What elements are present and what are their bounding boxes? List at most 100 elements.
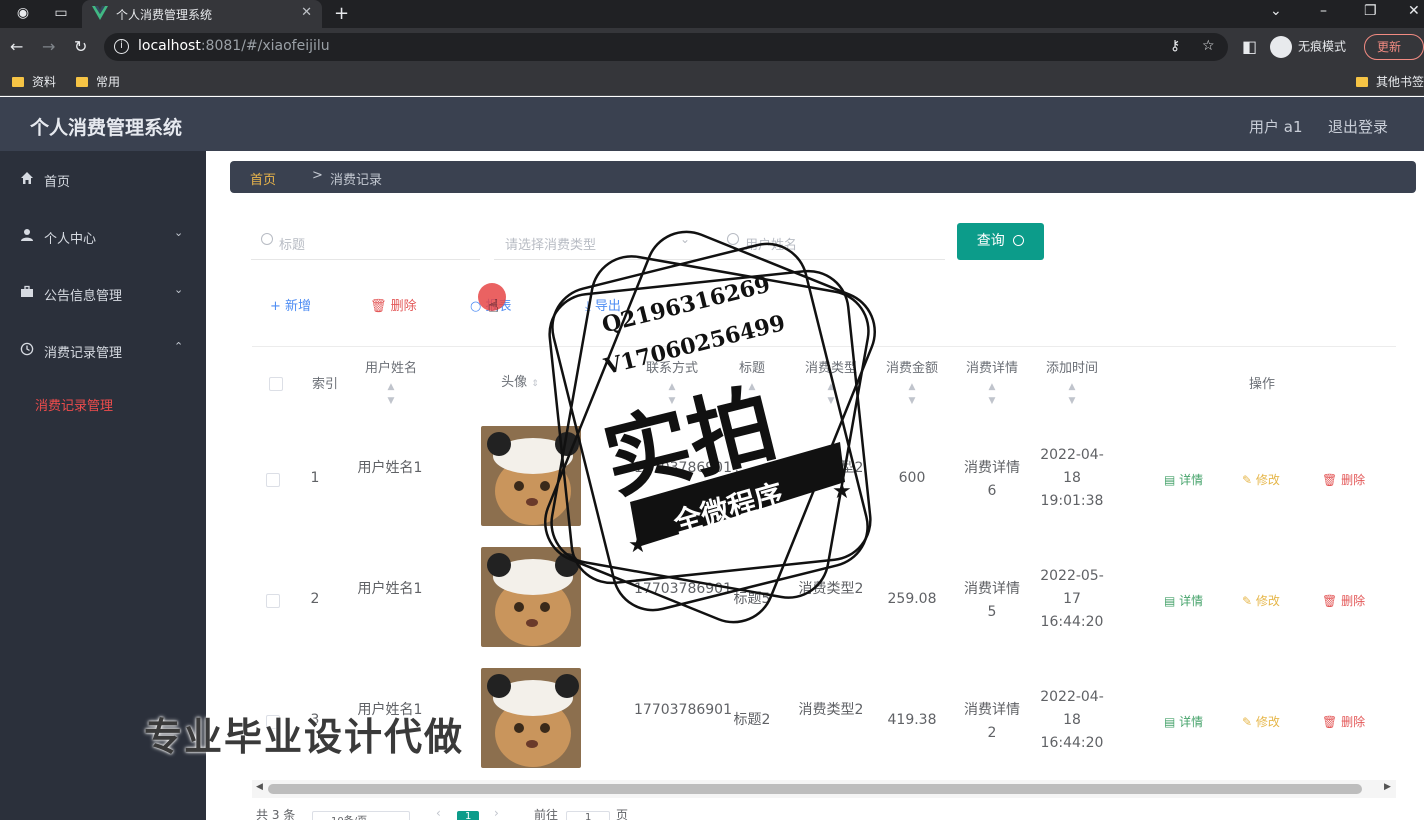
incognito-icon bbox=[1270, 36, 1292, 58]
maximize-icon[interactable]: ❐ bbox=[1364, 3, 1377, 19]
cell-detail: 消费详情6 bbox=[964, 460, 1020, 499]
briefcase-icon bbox=[21, 285, 33, 297]
chevron-down-icon: ⌄ bbox=[174, 283, 184, 296]
current-user[interactable]: 用户 a1 bbox=[1249, 116, 1303, 137]
page-1-button[interactable]: 1 bbox=[457, 811, 479, 820]
key-icon[interactable]: ⚷ bbox=[1170, 38, 1180, 54]
title-search-input[interactable]: 标题 bbox=[251, 222, 480, 260]
edit-button[interactable]: ✎ 修改 bbox=[1242, 592, 1280, 609]
scrollbar-thumb[interactable] bbox=[268, 784, 1362, 794]
clock-icon bbox=[20, 342, 34, 356]
tab-search-icon[interactable]: ⌄ bbox=[1270, 3, 1282, 19]
back-icon[interactable]: ← bbox=[10, 37, 23, 56]
breadcrumb-current: 消费记录 bbox=[330, 173, 383, 188]
page-size-select[interactable]: 10条/页 bbox=[312, 811, 410, 820]
detail-button[interactable]: ▤ 详情 bbox=[1164, 471, 1203, 488]
sidebar-item-consumption[interactable]: 消费记录管理 ⌃ bbox=[0, 330, 206, 370]
breadcrumb-home[interactable]: 首页 bbox=[250, 169, 276, 188]
detail-button[interactable]: ▤ 详情 bbox=[1164, 592, 1203, 609]
header-user-name[interactable]: 用户姓名 ▲ ▼ bbox=[352, 357, 430, 408]
stamp-overlay: ★ ★ Q2196316269 V17060256499 实拍 全微程序 bbox=[510, 222, 910, 632]
add-button[interactable]: + 新增 bbox=[270, 295, 311, 314]
search-icon bbox=[1013, 235, 1025, 246]
bookmark-folder-other[interactable]: 其他书签 bbox=[1356, 73, 1424, 90]
scroll-right-icon[interactable]: ▶ bbox=[1384, 782, 1391, 792]
close-window-icon[interactable]: ✕ bbox=[1408, 3, 1420, 19]
document-icon: ▤ bbox=[1164, 473, 1180, 487]
edit-icon: ✎ bbox=[1242, 473, 1256, 487]
site-info-icon[interactable]: i bbox=[114, 39, 129, 54]
chevron-up-icon: ⌃ bbox=[174, 340, 184, 353]
sidebar-item-notice[interactable]: 公告信息管理 ⌄ bbox=[0, 273, 206, 313]
edit-button[interactable]: ✎ 修改 bbox=[1242, 713, 1280, 730]
cell-index: 2 bbox=[310, 591, 320, 607]
bookmarks-bar: 资料 常用 其他书签 bbox=[0, 66, 1424, 96]
detail-button[interactable]: ▤ 详情 bbox=[1164, 713, 1203, 730]
cell-amount: 419.38 bbox=[887, 712, 937, 728]
chevron-down-icon: ⌄ bbox=[174, 226, 184, 239]
folder-icon bbox=[76, 77, 88, 87]
svg-text:★: ★ bbox=[628, 533, 648, 558]
row-checkbox[interactable] bbox=[266, 473, 280, 487]
sidebar-item-profile[interactable]: 个人中心 ⌄ bbox=[0, 216, 206, 256]
breadcrumb: 首页 > 消费记录 bbox=[230, 161, 1416, 193]
tab-overview-icon[interactable]: ▭ bbox=[52, 4, 70, 22]
side-panel-icon[interactable]: ◧ bbox=[1242, 37, 1257, 56]
header-time[interactable]: 添加时间 ▲ ▼ bbox=[1036, 357, 1108, 408]
cell-detail: 消费详情5 bbox=[964, 581, 1020, 620]
cell-type: 消费类型2 bbox=[798, 702, 864, 718]
logout-link[interactable]: 退出登录 bbox=[1328, 116, 1388, 137]
header-detail[interactable]: 消费详情 ▲ ▼ bbox=[958, 357, 1026, 408]
edit-icon: ✎ bbox=[1242, 715, 1256, 729]
tab-close-icon[interactable]: ✕ bbox=[301, 5, 312, 20]
trash-icon: 🗑︎ bbox=[370, 299, 391, 314]
browser-tab-active[interactable]: 个人消费管理系统 ✕ bbox=[82, 0, 322, 28]
minimize-icon[interactable]: – bbox=[1320, 3, 1327, 19]
cell-title: 标题2 bbox=[733, 712, 771, 728]
reload-icon[interactable]: ↻ bbox=[74, 37, 87, 56]
query-button[interactable]: 查询 bbox=[957, 223, 1044, 260]
globe-icon[interactable]: ◉ bbox=[14, 4, 32, 22]
browser-tab-bar: ◉ ▭ 个人消费管理系统 ✕ + ⌄ – ❐ ✕ bbox=[0, 0, 1424, 28]
delete-button[interactable]: 🗑︎ 删除 bbox=[1322, 713, 1365, 730]
sidebar-subitem-consumption-manage[interactable]: 消费记录管理 bbox=[35, 395, 113, 414]
table-horizontal-scrollbar[interactable]: ◀ ▶ bbox=[252, 780, 1396, 798]
incognito-indicator[interactable]: 无痕模式 bbox=[1270, 36, 1346, 58]
bookmark-star-icon[interactable]: ☆ bbox=[1202, 38, 1215, 54]
sidebar-item-home[interactable]: 首页 bbox=[0, 159, 206, 199]
user-icon bbox=[21, 229, 33, 241]
prev-page-icon[interactable]: ‹ bbox=[436, 806, 441, 820]
sort-icon[interactable]: ▲ ▼ bbox=[352, 380, 430, 408]
batch-delete-button[interactable]: 🗑︎ 删除 bbox=[370, 295, 417, 314]
goto-label: 前往 bbox=[534, 808, 559, 820]
trash-icon: 🗑︎ bbox=[1322, 715, 1342, 729]
select-all-checkbox[interactable] bbox=[269, 377, 283, 391]
cell-time: 2022-04-18 19:01:38 bbox=[1040, 447, 1104, 509]
scroll-left-icon[interactable]: ◀ bbox=[256, 782, 263, 792]
app-title: 个人消费管理系统 bbox=[30, 117, 183, 139]
hand-cursor-icon: ☝ bbox=[488, 296, 499, 317]
home-icon bbox=[21, 172, 33, 184]
document-icon: ▤ bbox=[1164, 715, 1180, 729]
update-button[interactable]: 更新 bbox=[1364, 34, 1424, 60]
sort-icon[interactable]: ▲ ▼ bbox=[958, 380, 1026, 408]
goto-page-input[interactable]: 1 bbox=[566, 811, 610, 820]
app-header: 个人消费管理系统 用户 a1 退出登录 bbox=[0, 97, 1424, 151]
edit-button[interactable]: ✎ 修改 bbox=[1242, 471, 1280, 488]
tab-title: 个人消费管理系统 bbox=[116, 8, 213, 22]
sort-icon[interactable]: ▲ ▼ bbox=[1036, 380, 1108, 408]
delete-button[interactable]: 🗑︎ 删除 bbox=[1322, 471, 1365, 488]
url-input[interactable]: i localhost:8081/#/xiaofeijilu ⚷ ☆ bbox=[104, 33, 1228, 61]
header-index: 索引 bbox=[311, 377, 338, 392]
delete-button[interactable]: 🗑︎ 删除 bbox=[1322, 592, 1365, 609]
bookmark-folder-changyong[interactable]: 常用 bbox=[76, 73, 120, 90]
bookmark-folder-ziliao[interactable]: 资料 bbox=[12, 73, 56, 90]
header-operations: 操作 bbox=[1248, 377, 1275, 392]
cell-user-name: 用户姓名1 bbox=[357, 581, 423, 597]
row-checkbox[interactable] bbox=[266, 594, 280, 608]
forward-icon[interactable]: → bbox=[42, 37, 55, 56]
next-page-icon[interactable]: › bbox=[494, 806, 499, 820]
new-tab-icon[interactable]: + bbox=[334, 3, 349, 24]
cell-detail: 消费详情2 bbox=[964, 702, 1020, 741]
cell-time: 2022-04-18 16:44:20 bbox=[1040, 689, 1104, 751]
